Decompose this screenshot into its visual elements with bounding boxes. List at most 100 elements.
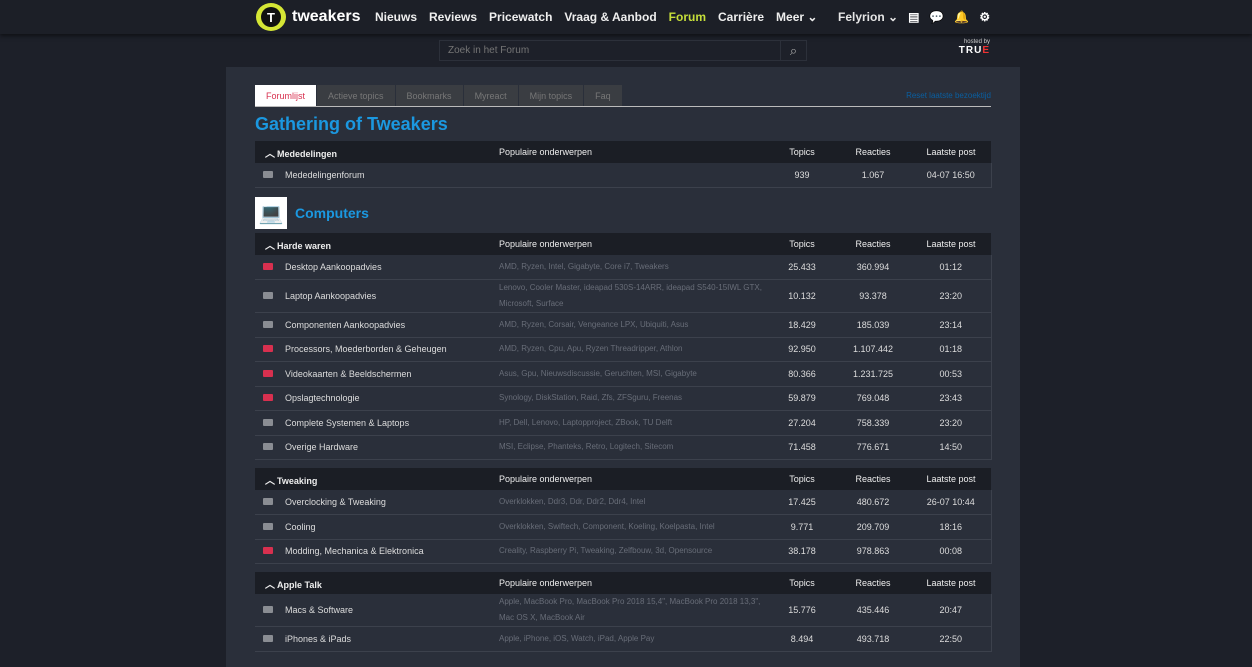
nav-item[interactable]: Meer ⌄ (776, 10, 817, 24)
popular-topics[interactable]: AMD, Ryzen, Corsair, Vengeance LPX, Ubiq… (499, 312, 769, 338)
forum-group: ︿ Tweaking Populaire onderwerpen Topics Reac… (255, 468, 992, 564)
user-menu[interactable]: Felyrion ⌄ (838, 10, 898, 24)
popular-topics[interactable]: Overklokken, Swiftech, Component, Koelin… (499, 514, 769, 540)
col-last-post: Laatste post (911, 233, 991, 255)
last-post[interactable]: 23:20 (911, 279, 992, 313)
collapse-chevron-icon[interactable]: ︿ (265, 145, 277, 160)
nav-item[interactable]: Forum (669, 10, 706, 24)
popular-topics[interactable]: Synology, DiskStation, Raid, Zfs, ZFSgur… (499, 386, 769, 411)
reacties-count: 776.671 (835, 435, 911, 460)
popular-topics[interactable]: AMD, Ryzen, Cpu, Apu, Ryzen Threadripper… (499, 337, 769, 362)
tab-actieve-topics[interactable]: Actieve topics (317, 85, 396, 106)
tab-forumlijst[interactable]: Forumlijst (255, 85, 318, 106)
last-post[interactable]: 01:12 (911, 255, 992, 280)
topics-count: 9.771 (769, 514, 835, 540)
collapse-chevron-icon[interactable]: ︿ (265, 472, 277, 487)
popular-topics[interactable]: Apple, iPhone, iOS, Watch, iPad, Apple P… (499, 626, 769, 652)
folder-icon (263, 418, 273, 426)
tab-faq[interactable]: Faq (584, 85, 623, 106)
topics-count: 10.132 (769, 279, 835, 313)
category-title[interactable]: Computers (295, 205, 369, 221)
popular-topics[interactable]: Lenovo, Cooler Master, ideapad 530S-14AR… (499, 279, 769, 313)
chat-icon[interactable]: 💬 (929, 10, 944, 24)
tab-myreact[interactable]: Myreact (463, 85, 519, 106)
popular-topics[interactable]: Overklokken, Ddr3, Ddr, Ddr2, Ddr4, Inte… (499, 490, 769, 515)
topics-count: 17.425 (769, 490, 835, 515)
forum-name[interactable]: Processors, Moederborden & Geheugen (285, 344, 447, 354)
last-post[interactable]: 23:20 (911, 410, 992, 436)
forum-name[interactable]: Cooling (285, 522, 316, 532)
main-nav: Nieuws Reviews Pricewatch Vraag & Aanbod For… (375, 10, 817, 24)
forum-name[interactable]: Modding, Mechanica & Elektronica (285, 546, 424, 556)
popular-topics[interactable]: Creality, Raspberry Pi, Tweaking, Zelfbo… (499, 539, 769, 564)
topics-count: 8.494 (769, 626, 835, 652)
tweakers-logo[interactable]: T tweakers (256, 3, 361, 31)
forum-name[interactable]: Complete Systemen & Laptops (285, 418, 409, 428)
forum-row: Desktop Aankoopadvies AMD, Ryzen, Intel, … (255, 255, 992, 280)
last-post[interactable]: 22:50 (911, 626, 992, 652)
nav-item[interactable]: Vraag & Aanbod (564, 10, 656, 24)
group-name[interactable]: Mededelingen (277, 149, 337, 159)
folder-icon (263, 498, 273, 505)
page-title: Gathering of Tweakers (255, 114, 448, 134)
bell-icon[interactable]: 🔔 (954, 10, 969, 24)
popular-topics[interactable]: Apple, MacBook Pro, MacBook Pro 2018 15,… (499, 594, 769, 627)
forum-name[interactable]: iPhones & iPads (285, 634, 351, 644)
forum-name[interactable]: Desktop Aankoopadvies (285, 262, 382, 272)
last-post[interactable]: 20:47 (911, 594, 992, 627)
forum-row: Processors, Moederborden & Geheugen AMD, … (255, 337, 992, 362)
top-navbar: T tweakers Nieuws Reviews Pricewatch Vraag … (0, 0, 1252, 34)
forum-tabs: Forumlijst Actieve topics Bookmarks Myreact… (255, 85, 991, 107)
col-popular: Populaire onderwerpen (499, 233, 769, 255)
folder-icon (263, 369, 273, 377)
nav-item[interactable]: Reviews (429, 10, 477, 24)
nav-item[interactable]: Carrière (718, 10, 764, 24)
forum-name[interactable]: Macs & Software (285, 605, 353, 615)
reacties-count: 978.863 (835, 539, 911, 564)
topics-count: 25.433 (769, 255, 835, 280)
search-input[interactable] (440, 41, 780, 60)
nav-item[interactable]: Nieuws (375, 10, 417, 24)
popular-topics[interactable]: MSI, Eclipse, Phanteks, Retro, Logitech,… (499, 435, 769, 460)
popular-topics[interactable]: AMD, Ryzen, Intel, Gigabyte, Core i7, Tw… (499, 255, 769, 280)
group-name[interactable]: Harde waren (277, 241, 331, 251)
tab-mijn-topics[interactable]: Mijn topics (518, 85, 585, 106)
last-post[interactable]: 00:08 (911, 539, 992, 564)
reacties-count: 93.378 (835, 279, 911, 313)
forum-name[interactable]: Overige Hardware (285, 442, 358, 452)
group-name[interactable]: Tweaking (277, 476, 317, 486)
last-post[interactable]: 23:43 (911, 386, 992, 411)
forum-name[interactable]: Mededelingenforum (285, 170, 365, 180)
last-post[interactable]: 04-07 16:50 (911, 163, 992, 188)
col-reacties: Reacties (835, 468, 911, 490)
forum-name[interactable]: Laptop Aankoopadvies (285, 291, 376, 301)
reset-link[interactable]: Reset laatste bezoektijd (906, 91, 991, 100)
forum-name[interactable]: Opslagtechnologie (285, 393, 360, 403)
collapse-chevron-icon[interactable]: ︿ (265, 237, 277, 252)
popular-topics[interactable]: Asus, Gpu, Nieuwsdiscussie, Geruchten, M… (499, 361, 769, 387)
last-post[interactable]: 00:53 (911, 361, 992, 387)
last-post[interactable]: 26-07 10:44 (911, 490, 992, 515)
forum-name[interactable]: Overclocking & Tweaking (285, 497, 386, 507)
forum-row: Macs & Software Apple, MacBook Pro, MacBo… (255, 594, 992, 627)
last-post[interactable]: 23:14 (911, 312, 992, 338)
group-name[interactable]: Apple Talk (277, 580, 322, 590)
nav-item[interactable]: Pricewatch (489, 10, 552, 24)
last-post[interactable]: 18:16 (911, 514, 992, 540)
forum-name[interactable]: Videokaarten & Beeldschermen (285, 369, 411, 379)
list-icon[interactable]: ▤ (908, 10, 919, 24)
popular-topics[interactable] (499, 163, 769, 188)
host-logo[interactable]: TRUE (950, 45, 990, 56)
forum-row: Overige Hardware MSI, Eclipse, Phanteks, … (255, 435, 992, 460)
col-popular: Populaire onderwerpen (499, 141, 769, 163)
group-header-row: ︿ Mededelingen Populaire onderwerpen Topics… (255, 141, 991, 163)
last-post[interactable]: 01:18 (911, 337, 992, 362)
topics-count: 939 (769, 163, 835, 188)
forum-name[interactable]: Componenten Aankoopadvies (285, 320, 405, 330)
last-post[interactable]: 14:50 (911, 435, 992, 460)
collapse-chevron-icon[interactable]: ︿ (265, 576, 277, 591)
search-icon[interactable]: ⌕ (780, 41, 806, 60)
popular-topics[interactable]: HP, Dell, Lenovo, Laptopproject, ZBook, … (499, 410, 769, 436)
tab-bookmarks[interactable]: Bookmarks (395, 85, 464, 106)
settings-icon[interactable]: ⚙ (979, 10, 990, 24)
